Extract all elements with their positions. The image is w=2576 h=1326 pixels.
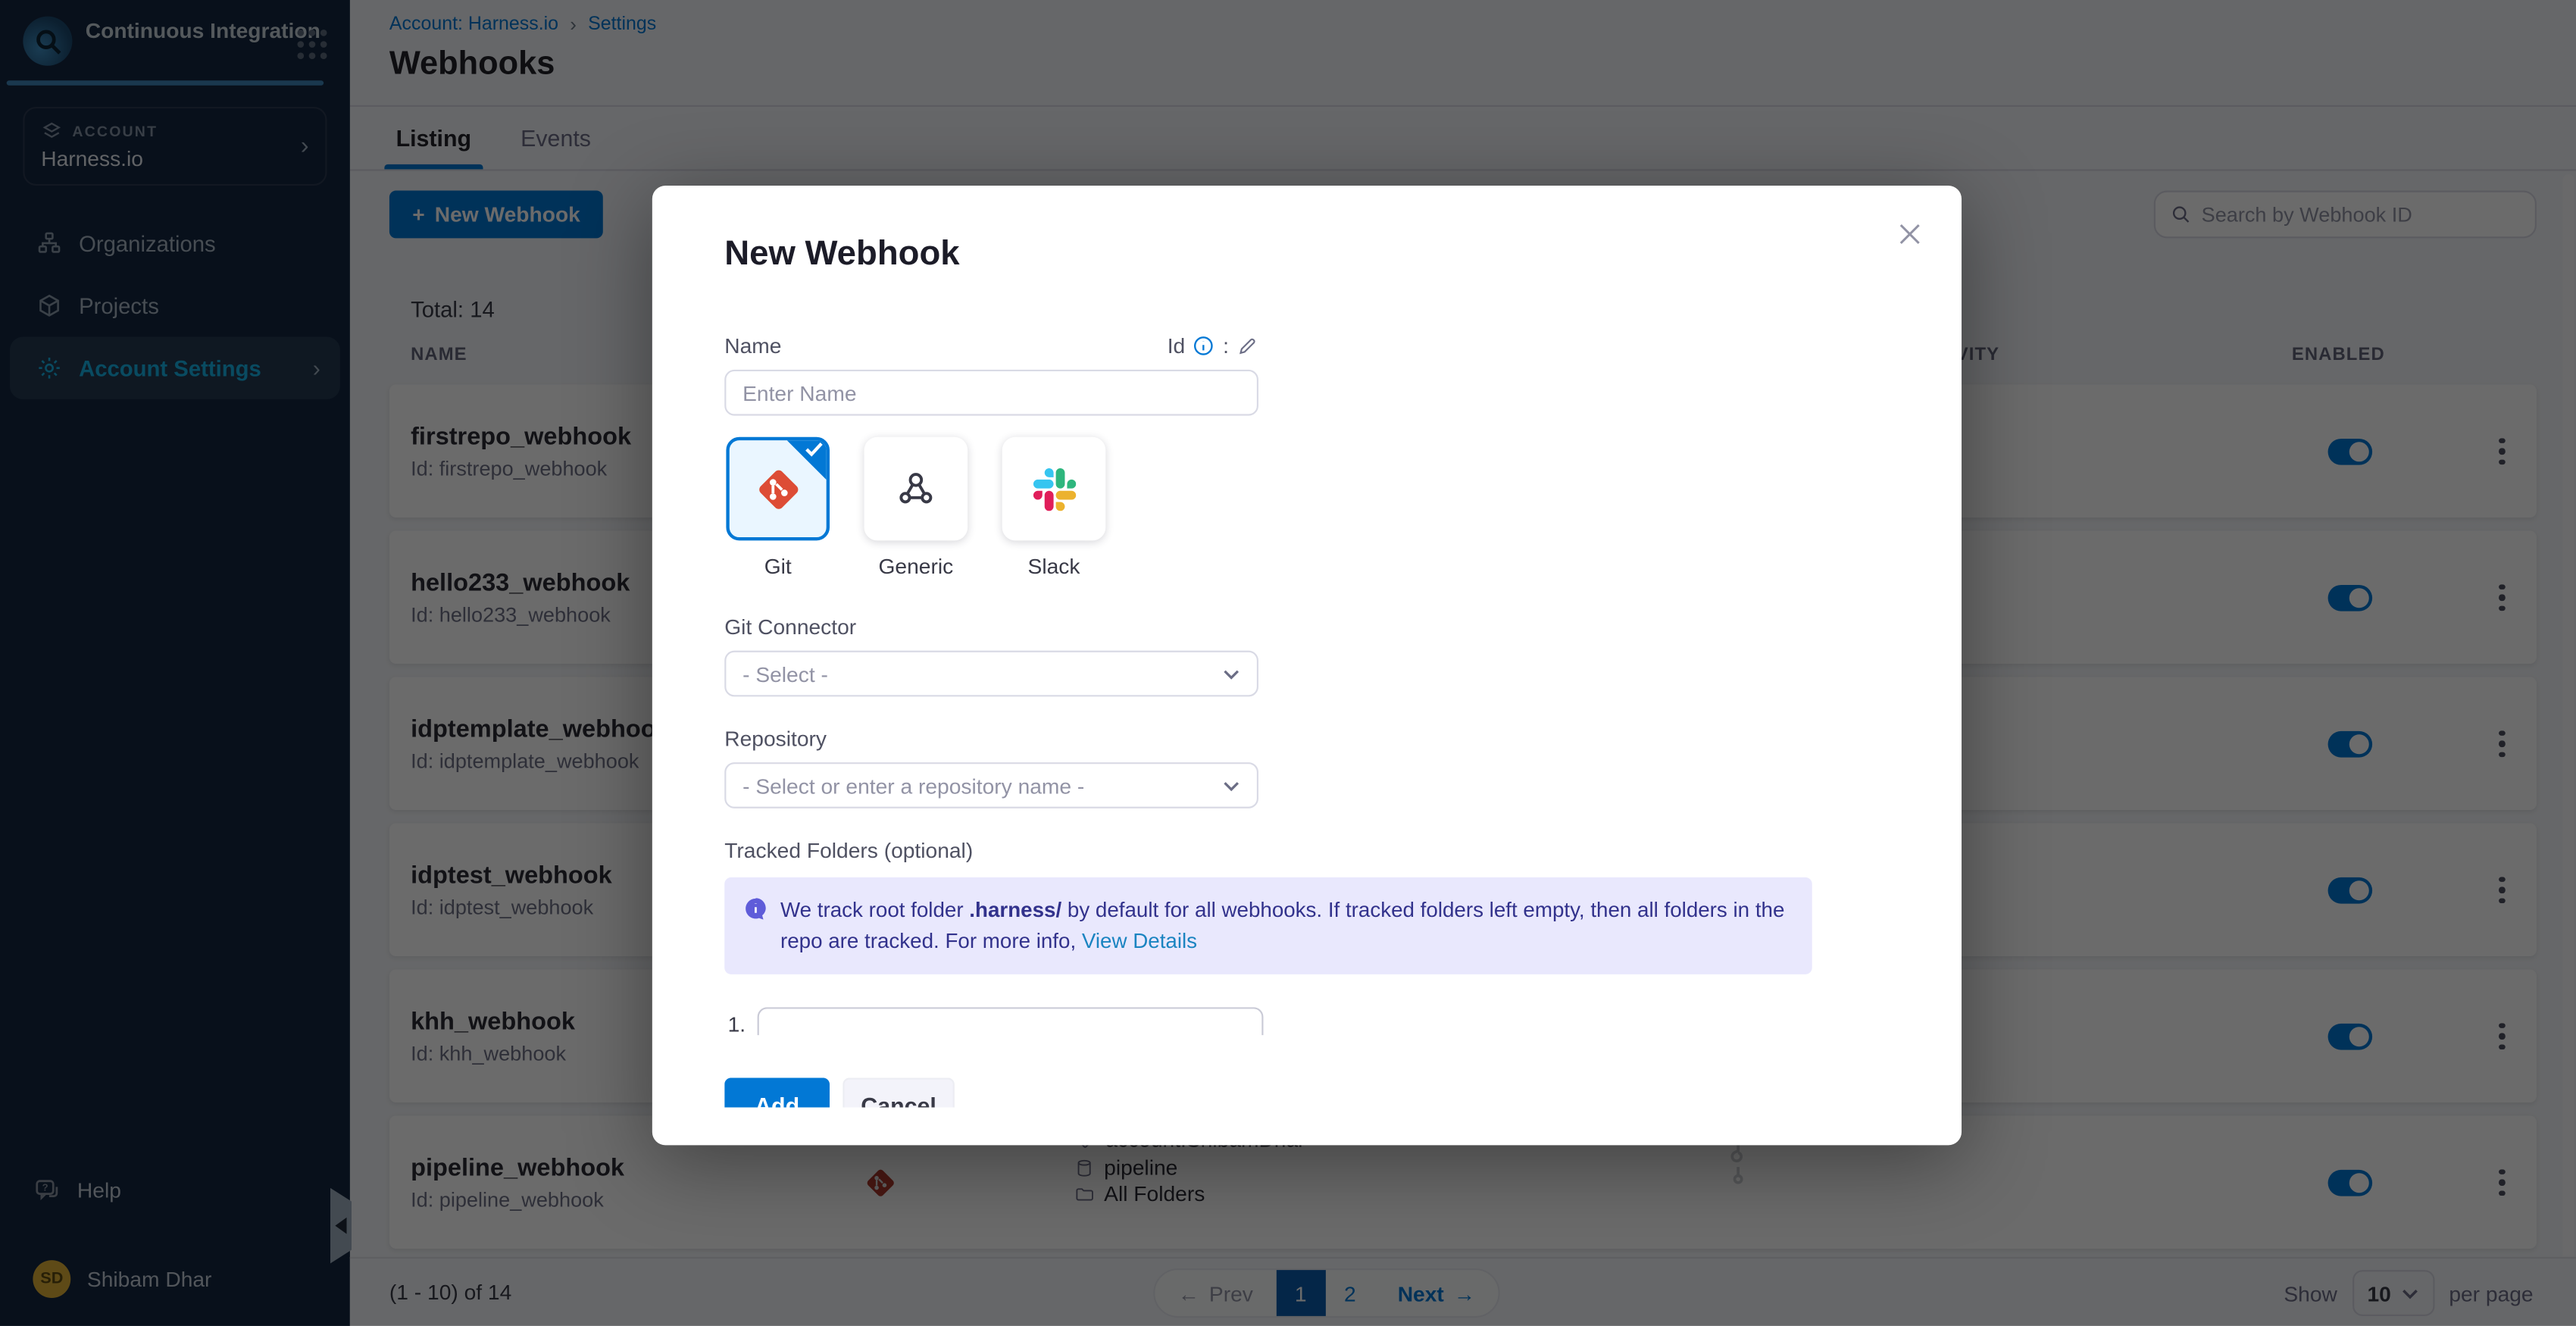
webhook-icon — [894, 467, 939, 511]
id-label: Id — [1168, 333, 1186, 358]
chevron-down-icon — [1222, 780, 1240, 791]
new-webhook-form: Name Id : — [724, 333, 1812, 1107]
type-card-git[interactable] — [726, 437, 830, 541]
git-connector-label: Git Connector — [724, 615, 1812, 640]
id-colon: : — [1223, 333, 1229, 358]
new-webhook-modal: New Webhook Name Id : — [652, 186, 1962, 1145]
info-icon — [744, 897, 767, 920]
modal-actions: Add Cancel — [724, 1077, 1812, 1107]
folder-index: 1. — [728, 1012, 746, 1035]
tracked-folder-input[interactable] — [757, 1007, 1263, 1035]
info-text: We track root folder .harness/ by defaul… — [780, 894, 1789, 956]
modal-title: New Webhook — [724, 235, 1962, 274]
name-label: Name — [724, 333, 781, 358]
type-card-slack[interactable] — [1002, 437, 1106, 541]
type-card-generic[interactable] — [864, 437, 968, 541]
close-icon[interactable] — [1891, 215, 1929, 253]
info-icon[interactable] — [1193, 335, 1215, 356]
tracked-folders-label: Tracked Folders (optional) — [724, 838, 1812, 863]
add-button[interactable]: Add — [724, 1077, 830, 1107]
repository-label: Repository — [724, 726, 1812, 751]
type-label-git: Git — [764, 554, 792, 579]
repository-select[interactable]: - Select or enter a repository name - — [724, 762, 1258, 808]
tracked-folder-row: 1. — [724, 1007, 1812, 1035]
cancel-button[interactable]: Cancel — [843, 1077, 954, 1107]
slack-logo-icon — [1033, 468, 1075, 510]
webhook-name-input[interactable] — [724, 370, 1258, 416]
view-details-link[interactable]: View Details — [1082, 928, 1197, 953]
git-logo-icon — [752, 462, 804, 514]
git-connector-select[interactable]: - Select - — [724, 651, 1258, 697]
webhook-type-selector: Git Generic — [724, 437, 1812, 578]
edit-pencil-icon[interactable] — [1237, 335, 1258, 356]
check-icon — [805, 442, 823, 457]
chevron-down-icon — [1222, 668, 1240, 679]
tracked-folders-info-banner: We track root folder .harness/ by defaul… — [724, 877, 1812, 974]
id-group: Id : — [1168, 333, 1258, 358]
type-label-slack: Slack — [1028, 554, 1080, 579]
app-root: Continuous Integration ACCOUNT Harness.i… — [0, 0, 2576, 1326]
type-label-generic: Generic — [879, 554, 954, 579]
